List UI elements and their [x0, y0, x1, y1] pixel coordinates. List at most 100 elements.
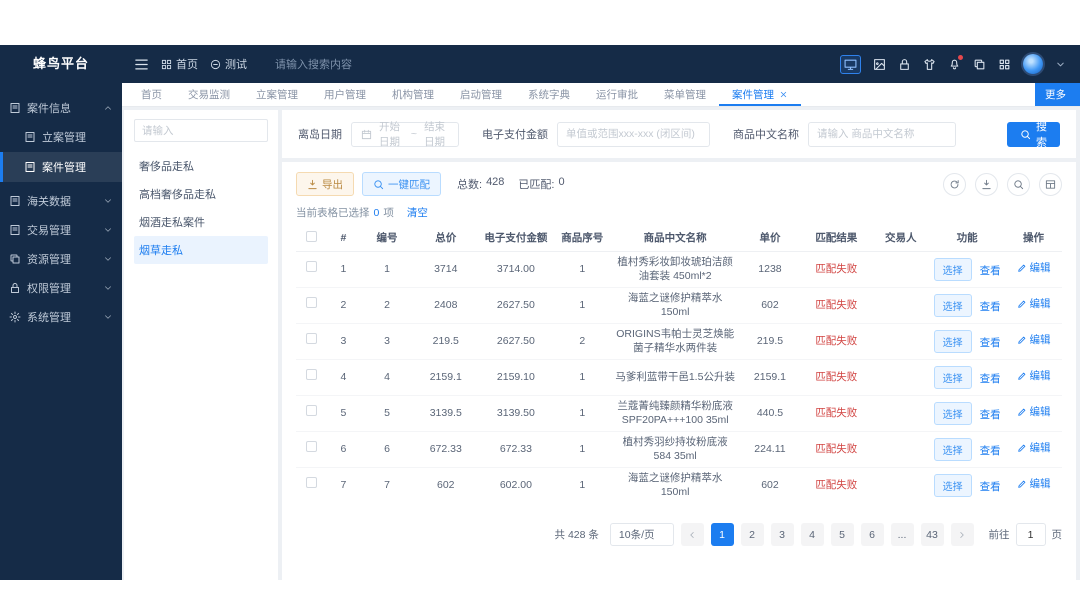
sidebar-item-立案管理[interactable]: 立案管理 [0, 122, 122, 152]
page-button-3[interactable]: 3 [770, 523, 794, 546]
search-button[interactable]: 搜索 [1007, 121, 1060, 149]
edit-link[interactable]: 编辑 [1017, 405, 1051, 419]
select-all-checkbox[interactable] [305, 230, 317, 242]
row-checkbox[interactable] [305, 261, 317, 273]
prev-page-button[interactable] [680, 523, 704, 546]
hamburger-menu-icon[interactable] [134, 57, 149, 72]
row-checkbox[interactable] [305, 297, 317, 309]
export-button[interactable]: 导出 [296, 172, 354, 196]
select-button[interactable]: 选择 [933, 293, 972, 317]
case-type-search-input[interactable] [134, 119, 268, 142]
case-type-item[interactable]: 高档奢侈品走私 [134, 180, 268, 208]
tab-系统字典[interactable]: 系统字典 [515, 83, 583, 106]
view-link[interactable]: 查看 [980, 408, 1001, 422]
view-link[interactable]: 查看 [980, 444, 1001, 458]
breadcrumb-item[interactable]: 首页 [161, 56, 198, 72]
sidebar-item-案件管理[interactable]: 案件管理 [0, 152, 122, 182]
global-search-input[interactable]: 请输入搜索内容 [275, 56, 352, 72]
name-filter-input[interactable] [808, 121, 956, 147]
edit-link[interactable]: 编辑 [1017, 441, 1051, 455]
shirt-icon[interactable] [923, 58, 936, 71]
edit-link[interactable]: 编辑 [1017, 261, 1051, 275]
page-button-43[interactable]: 43 [920, 523, 944, 546]
tab-首页[interactable]: 首页 [128, 83, 175, 106]
refresh-icon-button[interactable] [943, 172, 966, 196]
row-checkbox[interactable] [305, 441, 317, 453]
select-button[interactable]: 选择 [933, 437, 972, 461]
amount-filter-input[interactable] [557, 121, 710, 147]
clear-selection-link[interactable]: 清空 [407, 205, 428, 220]
date-range-picker[interactable]: 开始日期 ~ 结束日期 [351, 121, 459, 148]
grid4-icon[interactable] [998, 58, 1011, 71]
page-ellipsis: ... [890, 523, 914, 546]
monitor-icon[interactable] [840, 54, 861, 74]
tab-启动管理[interactable]: 启动管理 [447, 83, 515, 106]
view-link[interactable]: 查看 [980, 264, 1001, 278]
user-avatar[interactable] [1023, 54, 1043, 74]
tab-菜单管理[interactable]: 菜单管理 [651, 83, 719, 106]
chevron-down-icon[interactable] [1055, 59, 1066, 70]
page-size-value: 10条/页 [618, 529, 655, 541]
more-tabs-button[interactable]: 更多 [1035, 83, 1080, 106]
view-link[interactable]: 查看 [980, 372, 1001, 386]
select-button[interactable]: 选择 [933, 329, 972, 353]
row-checkbox[interactable] [305, 333, 317, 345]
page-button-2[interactable]: 2 [740, 523, 764, 546]
sidebar-item-资源管理[interactable]: 资源管理 [0, 244, 122, 273]
page-button-4[interactable]: 4 [800, 523, 824, 546]
row-checkbox[interactable] [305, 477, 317, 489]
breadcrumb-item[interactable]: 测试 [210, 56, 247, 72]
lock-icon[interactable] [898, 58, 911, 71]
sidebar-item-交易管理[interactable]: 交易管理 [0, 215, 122, 244]
close-icon[interactable] [779, 90, 788, 99]
cell-goods-seq: 1 [553, 467, 611, 501]
row-checkbox[interactable] [305, 405, 317, 417]
edit-link[interactable]: 编辑 [1017, 369, 1051, 383]
row-checkbox[interactable] [305, 369, 317, 381]
sidebar-item-权限管理[interactable]: 权限管理 [0, 273, 122, 302]
filter-bar: 离岛日期 开始日期 ~ 结束日期 电子支付金额 商品中文名称 [282, 110, 1076, 158]
goto-page-input[interactable] [1015, 523, 1046, 546]
tab-运行审批[interactable]: 运行审批 [583, 83, 651, 106]
select-button[interactable]: 选择 [933, 473, 972, 497]
view-link[interactable]: 查看 [980, 480, 1001, 494]
tab-案件管理[interactable]: 案件管理 [719, 83, 801, 106]
columns-icon-button[interactable] [1039, 172, 1062, 196]
tab-机构管理[interactable]: 机构管理 [379, 83, 447, 106]
page-button-6[interactable]: 6 [860, 523, 884, 546]
page-button-1[interactable]: 1 [710, 523, 734, 546]
cell-total-price: 3139.5 [413, 395, 478, 432]
select-button[interactable]: 选择 [933, 401, 972, 425]
cell-operations: 编辑 [1005, 395, 1062, 432]
download-icon-button[interactable] [975, 172, 998, 196]
next-page-button[interactable] [950, 523, 974, 546]
page-size-select[interactable]: 10条/页 [609, 523, 674, 546]
tab-用户管理[interactable]: 用户管理 [311, 83, 379, 106]
view-link[interactable]: 查看 [980, 300, 1001, 314]
case-type-item[interactable]: 烟草走私 [134, 236, 268, 264]
page-button-5[interactable]: 5 [830, 523, 854, 546]
sidebar-item-案件信息[interactable]: 案件信息 [0, 93, 122, 122]
select-button[interactable]: 选择 [933, 365, 972, 389]
case-type-item[interactable]: 烟酒走私案件 [134, 208, 268, 236]
table-header-row: # 编号 总价 电子支付金额 商品序号 商品中文名称 单价 匹配结果 交易人 功能 操作 [296, 225, 1062, 252]
sidebar-item-系统管理[interactable]: 系统管理 [0, 302, 122, 331]
layers-icon[interactable] [973, 58, 986, 71]
edit-link[interactable]: 编辑 [1017, 477, 1051, 491]
grid4-icon-glyph [998, 58, 1011, 71]
view-link[interactable]: 查看 [980, 336, 1001, 350]
table-row: 1 1 3714 3714.00 1 植村秀彩妆卸妆琥珀洁颜油套装 450ml*2 1238… [296, 251, 1062, 288]
image-icon[interactable] [873, 58, 886, 71]
tab-label: 用户管理 [324, 89, 366, 101]
bell-icon[interactable] [948, 54, 963, 71]
cell-trader [872, 251, 930, 288]
tab-交易监测[interactable]: 交易监测 [175, 83, 243, 106]
edit-link[interactable]: 编辑 [1017, 297, 1051, 311]
one-click-match-button[interactable]: 一键匹配 [362, 172, 441, 196]
sidebar-item-海关数据[interactable]: 海关数据 [0, 186, 122, 215]
edit-link[interactable]: 编辑 [1017, 333, 1051, 347]
tab-立案管理[interactable]: 立案管理 [243, 83, 311, 106]
select-button[interactable]: 选择 [933, 257, 972, 281]
search-icon-button[interactable] [1007, 172, 1030, 196]
case-type-item[interactable]: 奢侈品走私 [134, 152, 268, 180]
